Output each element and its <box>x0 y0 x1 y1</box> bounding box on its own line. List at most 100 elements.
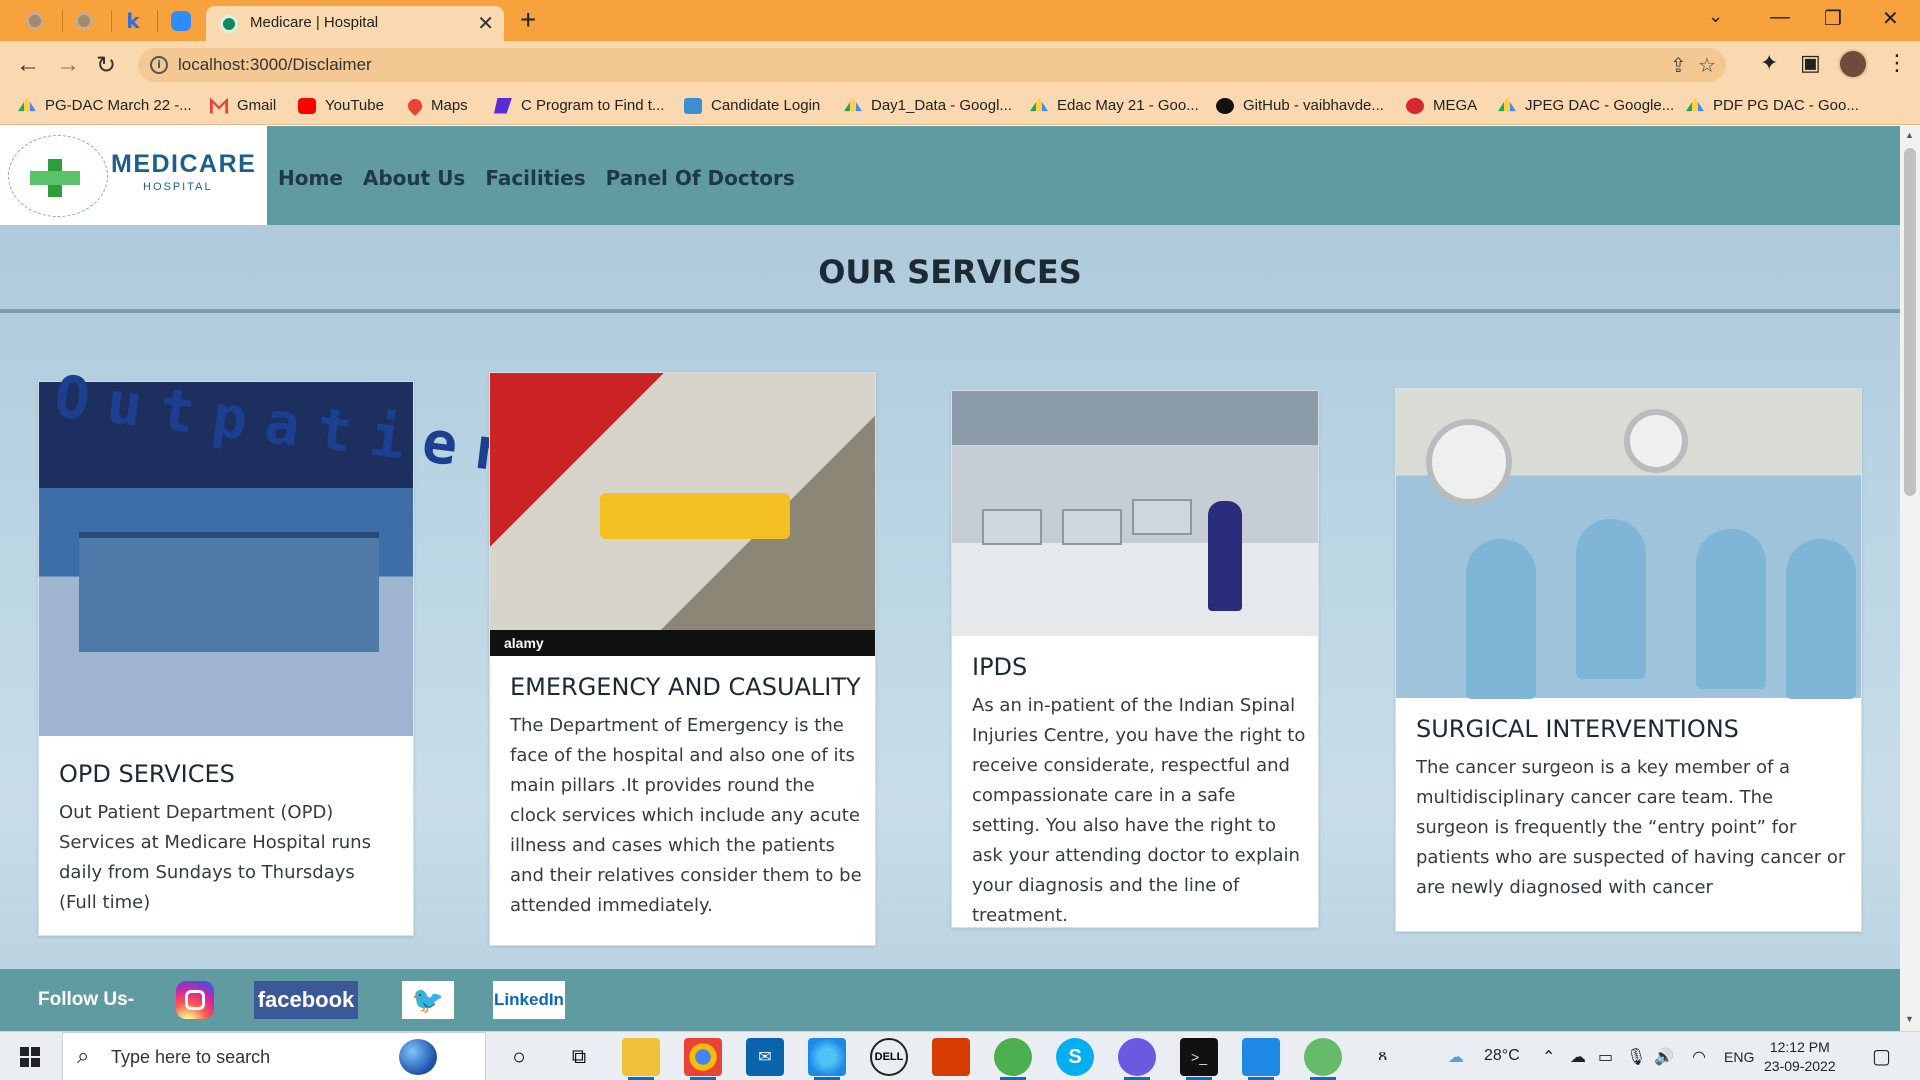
taskbar-clock[interactable]: 12:12 PM 23-09-2022 <box>1764 1038 1836 1076</box>
forward-arrow-icon[interactable]: → <box>56 51 80 79</box>
instagram-icon[interactable] <box>176 981 214 1019</box>
facebook-link[interactable]: facebook <box>254 981 358 1019</box>
windows-start-icon[interactable] <box>20 1047 40 1067</box>
back-arrow-icon[interactable]: ← <box>16 51 40 79</box>
windows-taskbar: ⌕ Type here to search ○ ⧉ ✉ DELL S >_ ጸ … <box>0 1031 1920 1080</box>
bookmark-star-icon[interactable]: ☆ <box>1698 53 1716 78</box>
tab-search-chevron-down-icon[interactable]: ⌄ <box>1708 6 1723 27</box>
tab-pinned-4[interactable] <box>168 8 194 34</box>
dell-icon[interactable]: DELL <box>870 1038 908 1076</box>
google-drive-icon <box>1686 97 1704 112</box>
mail-icon[interactable]: ✉ <box>746 1038 784 1076</box>
bookmark-item[interactable]: Maps <box>405 95 468 116</box>
bookmark-label: Gmail <box>237 97 277 114</box>
site-logo[interactable]: MEDICARE HOSPITAL <box>0 126 267 225</box>
file-explorer-icon[interactable] <box>622 1038 660 1080</box>
card-title: EMERGENCY AND CASUALITY <box>510 673 861 701</box>
chrome-icon[interactable] <box>684 1038 722 1080</box>
wifi-icon[interactable]: ◠ <box>1692 1047 1706 1067</box>
office-icon[interactable] <box>932 1038 970 1076</box>
service-card-ipds: IPDS As an in-patient of the Indian Spin… <box>951 390 1319 928</box>
maps-icon <box>405 95 425 116</box>
scroll-down-arrow-icon[interactable]: ▼ <box>1905 1014 1914 1024</box>
ipd-ward-image <box>952 391 1318 636</box>
spring-tool-icon[interactable] <box>994 1038 1032 1080</box>
scrollbar-thumb[interactable] <box>1904 148 1916 496</box>
temperature-text[interactable]: 28°C <box>1484 1047 1520 1065</box>
bookmarks-bar: PG-DAC March 22 -... Gmail YouTube Maps … <box>0 89 1920 125</box>
tab-pinned-3[interactable]: k <box>120 8 146 34</box>
site-info-icon[interactable]: i <box>150 56 168 74</box>
scroll-up-arrow-icon[interactable]: ▲ <box>1905 130 1914 140</box>
page-scrollbar[interactable]: ▲ ▼ <box>1900 126 1920 1031</box>
reload-icon[interactable]: ↻ <box>96 51 116 80</box>
side-panel-icon[interactable]: ▣ <box>1800 50 1821 76</box>
people-icon[interactable]: ጸ <box>1378 1047 1387 1065</box>
tab-active[interactable]: Medicare | Hospital ✕ <box>206 6 504 41</box>
nav-about-us[interactable]: About Us <box>363 166 465 190</box>
microphone-icon[interactable]: 🎙 <box>1626 1047 1646 1067</box>
bookmark-item[interactable]: Candidate Login <box>684 97 820 114</box>
linkedin-link[interactable]: LinkedIn <box>493 981 565 1019</box>
profile-avatar[interactable] <box>1838 49 1868 79</box>
chrome-menu-icon[interactable]: ⋮ <box>1886 50 1908 76</box>
service-card-surgical: SURGICAL INTERVENTIONS The cancer surgeo… <box>1395 388 1862 932</box>
tab-close-icon[interactable]: ✕ <box>477 11 494 36</box>
twitter-icon[interactable]: 🐦 <box>402 981 454 1019</box>
surgery-image <box>1396 389 1861 699</box>
bookmark-item[interactable]: JPEG DAC - Google... <box>1498 97 1674 114</box>
nav-facilities[interactable]: Facilities <box>485 166 585 190</box>
nav-panel-of-doctors[interactable]: Panel Of Doctors <box>606 166 795 190</box>
volume-icon[interactable]: 🔊 <box>1654 1047 1674 1067</box>
chevron-up-icon[interactable]: ⌃ <box>1542 1047 1555 1067</box>
url-text[interactable]: localhost:3000/Disclaimer <box>178 55 372 75</box>
weather-cloud-icon[interactable]: ☁ <box>1448 1047 1464 1067</box>
minimize-button[interactable]: — <box>1770 6 1790 29</box>
restore-button[interactable]: ❐ <box>1824 6 1842 31</box>
chrome-profile-icon[interactable] <box>1118 1038 1156 1080</box>
bookmark-item[interactable]: Day1_Data - Googl... <box>844 97 1012 114</box>
skype-icon[interactable]: S <box>1056 1038 1094 1076</box>
new-tab-button[interactable]: + <box>520 4 536 36</box>
site-navbar: MEDICARE HOSPITAL Home About Us Faciliti… <box>0 126 1900 225</box>
address-bar[interactable]: i localhost:3000/Disclaimer ⇪ ☆ <box>138 48 1726 82</box>
page-viewport: MEDICARE HOSPITAL Home About Us Faciliti… <box>0 126 1900 1031</box>
bookmark-item[interactable]: PDF PG DAC - Goo... <box>1686 97 1859 114</box>
search-highlight-globe-icon[interactable] <box>399 1039 437 1075</box>
stretcher-shape <box>600 493 790 539</box>
bookmark-item[interactable]: YouTube <box>298 97 384 114</box>
logo-name: MEDICARE <box>111 150 257 178</box>
surgeon-shape <box>1696 529 1766 689</box>
bookmark-item[interactable]: GitHub - vaibhavde... <box>1216 97 1384 114</box>
bookmark-item[interactable]: Edac May 21 - Goo... <box>1030 97 1199 114</box>
tab-title: Medicare | Hospital <box>250 14 379 31</box>
battery-icon[interactable]: ▭ <box>1598 1047 1613 1067</box>
nav-home[interactable]: Home <box>278 166 343 190</box>
vscode-icon[interactable] <box>1242 1038 1280 1080</box>
tab-pinned-2[interactable] <box>71 8 97 34</box>
close-window-button[interactable]: ✕ <box>1882 6 1899 31</box>
share-icon[interactable]: ⇪ <box>1670 53 1687 78</box>
bookmark-item[interactable]: MEGA <box>1406 97 1477 114</box>
extensions-puzzle-icon[interactable]: ✦ <box>1760 50 1778 76</box>
language-indicator[interactable]: ENG <box>1724 1049 1754 1065</box>
taskbar-search[interactable]: ⌕ Type here to search <box>62 1032 486 1080</box>
bookmark-label: GitHub - vaibhavde... <box>1243 97 1384 114</box>
edge-icon[interactable] <box>808 1038 846 1080</box>
terminal-icon[interactable]: >_ <box>1180 1038 1218 1080</box>
tab-pinned-1[interactable] <box>22 8 48 34</box>
surgical-lamp-shape <box>1624 409 1688 473</box>
main-menu: Home About Us Facilities Panel Of Doctor… <box>278 166 795 190</box>
onedrive-icon[interactable]: ☁ <box>1570 1047 1586 1067</box>
clock-date: 23-09-2022 <box>1764 1058 1836 1074</box>
notifications-icon[interactable]: ▢ <box>1872 1044 1891 1069</box>
task-view-icon[interactable]: ⧉ <box>560 1038 598 1076</box>
surgeon-shape <box>1576 519 1646 679</box>
candidate-icon <box>684 97 702 114</box>
bookmark-label: Day1_Data - Googl... <box>871 97 1012 114</box>
cortana-icon[interactable]: ○ <box>500 1038 538 1076</box>
spring-tool-icon[interactable] <box>1304 1038 1342 1080</box>
bookmark-item[interactable]: PG-DAC March 22 -... <box>18 97 192 114</box>
bookmark-item[interactable]: Gmail <box>210 97 276 114</box>
bookmark-item[interactable]: C Program to Find t... <box>494 97 664 114</box>
